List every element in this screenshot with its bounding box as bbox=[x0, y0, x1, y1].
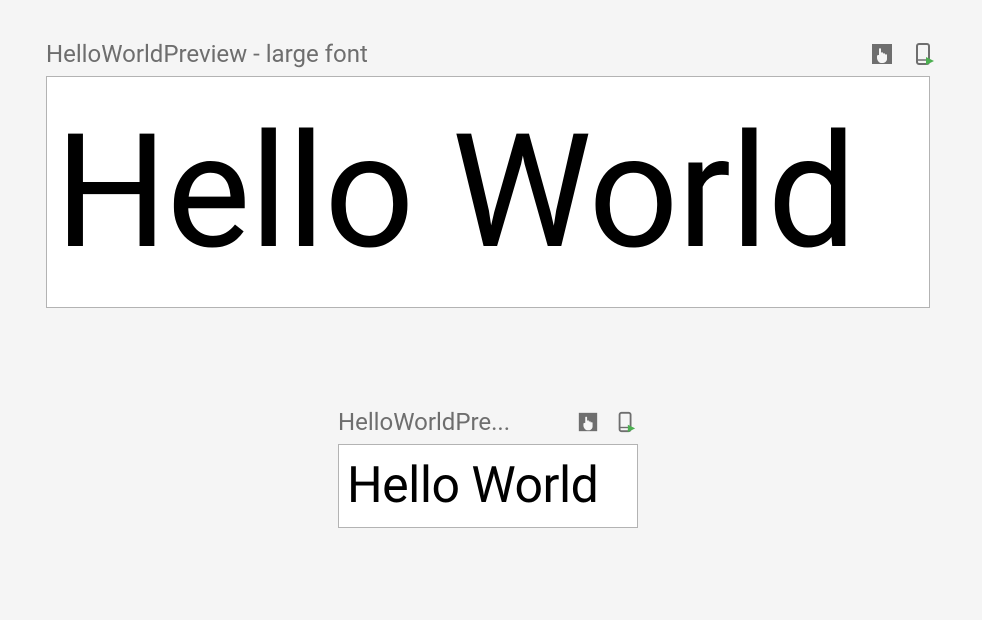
preview-block-small: HelloWorldPre... Hello World bbox=[338, 408, 936, 528]
interactive-mode-icon bbox=[577, 411, 599, 433]
preview-header: HelloWorldPreview - large font bbox=[46, 40, 936, 68]
interactive-mode-button[interactable] bbox=[870, 42, 894, 66]
preview-toolbar bbox=[576, 410, 638, 434]
interactive-mode-icon bbox=[870, 42, 894, 66]
preview-block-large: HelloWorldPreview - large font bbox=[46, 40, 936, 308]
preview-toolbar bbox=[870, 42, 936, 66]
preview-title: HelloWorldPreview - large font bbox=[46, 40, 368, 68]
preview-header: HelloWorldPre... bbox=[338, 408, 638, 436]
deploy-to-device-button[interactable] bbox=[614, 410, 638, 434]
preview-canvas-small[interactable]: Hello World bbox=[338, 444, 638, 528]
preview-title: HelloWorldPre... bbox=[338, 408, 510, 436]
deploy-to-device-button[interactable] bbox=[912, 42, 936, 66]
hello-world-text-small: Hello World bbox=[347, 461, 598, 511]
preview-canvas-large[interactable]: Hello World bbox=[46, 76, 930, 308]
deploy-device-icon bbox=[615, 411, 637, 433]
interactive-mode-button[interactable] bbox=[576, 410, 600, 434]
hello-world-text-large: Hello World bbox=[55, 113, 856, 271]
deploy-device-icon bbox=[912, 42, 936, 66]
